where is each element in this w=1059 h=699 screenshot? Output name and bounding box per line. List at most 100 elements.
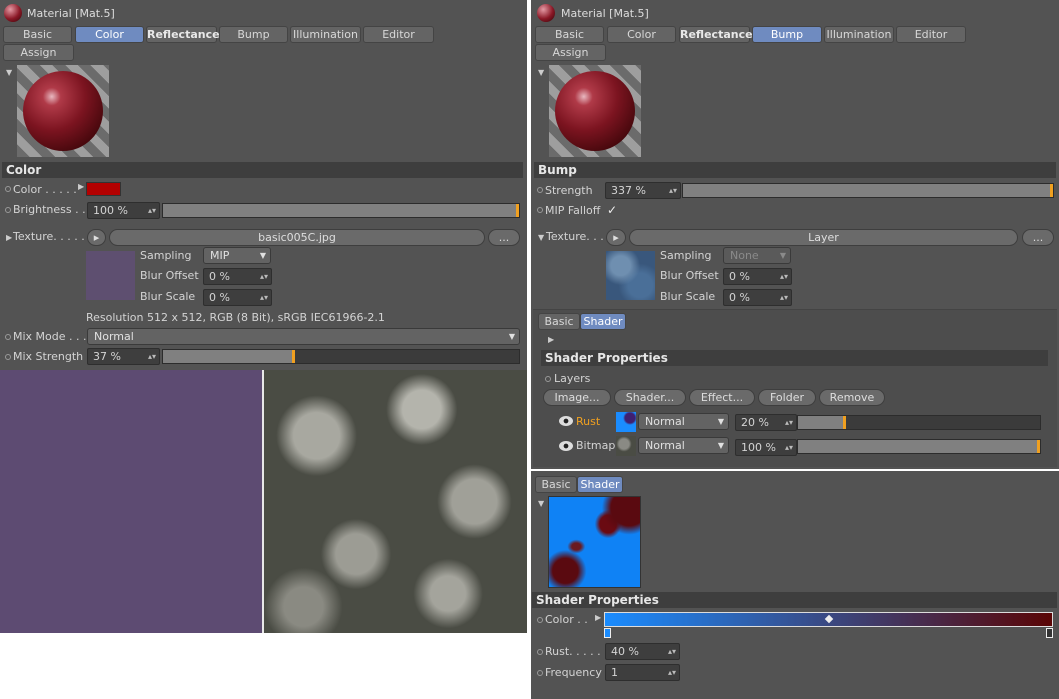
subtab-basic[interactable]: Basic xyxy=(535,476,577,493)
sampling-dropdown[interactable]: None ▼ xyxy=(723,247,791,264)
blur-offset-field[interactable]: 0 % ▴▾ xyxy=(723,268,792,285)
texture-layer-button[interactable]: Layer xyxy=(629,229,1018,246)
texture-label: Texture. . . . . xyxy=(13,230,85,243)
material-icon xyxy=(537,4,555,22)
tab-editor[interactable]: Editor xyxy=(896,26,966,43)
frequency-label: Frequency xyxy=(545,666,602,679)
expand-triangle-icon[interactable]: ▶ xyxy=(78,182,84,191)
rust-shader-preview[interactable] xyxy=(548,496,641,588)
blur-scale-field[interactable]: 0 % ▴▾ xyxy=(203,289,272,306)
texture-thumbnail xyxy=(86,251,135,300)
tab-assign[interactable]: Assign xyxy=(3,44,74,61)
gradient-color-label: Color . . xyxy=(545,613,588,626)
sampling-label: Sampling xyxy=(140,249,192,262)
color-label: Color . . . . . xyxy=(13,183,77,196)
texture-arrow-button[interactable]: ▸ xyxy=(87,229,106,246)
animate-dot[interactable] xyxy=(545,376,551,382)
layer-opacity-field[interactable]: 100 % ▴▾ xyxy=(735,439,797,456)
animate-dot[interactable] xyxy=(537,670,543,676)
collapse-triangle-icon[interactable]: ▼ xyxy=(6,68,12,77)
tab-reflectance[interactable]: Reflectance xyxy=(146,26,220,43)
blur-offset-field[interactable]: 0 % ▴▾ xyxy=(203,268,272,285)
collapse-triangle-icon[interactable]: ▼ xyxy=(538,499,544,508)
mix-strength-field[interactable]: 37 % ▴▾ xyxy=(87,348,160,365)
layer-blend-mode-dropdown[interactable]: Normal ▼ xyxy=(638,437,729,454)
texture-preview-purple xyxy=(0,370,262,633)
color-swatch[interactable] xyxy=(86,182,121,196)
brightness-slider[interactable] xyxy=(162,203,520,218)
mix-strength-slider[interactable] xyxy=(162,349,520,364)
layer-opacity-slider[interactable] xyxy=(797,415,1041,430)
texture-more-button[interactable]: ... xyxy=(488,229,520,246)
window-title: Material [Mat.5] xyxy=(27,7,115,20)
tab-bump[interactable]: Bump xyxy=(752,26,822,43)
layer-blend-mode-dropdown[interactable]: Normal ▼ xyxy=(638,413,729,430)
tab-basic[interactable]: Basic xyxy=(535,26,604,43)
add-effect-button[interactable]: Effect... xyxy=(689,389,755,406)
mix-mode-dropdown[interactable]: Normal ▼ xyxy=(87,328,520,345)
gradient-start-knot[interactable] xyxy=(604,628,611,638)
animate-dot[interactable] xyxy=(5,207,11,213)
sampling-label: Sampling xyxy=(660,249,712,262)
add-shader-button[interactable]: Shader... xyxy=(614,389,686,406)
layer-name-bitmap[interactable]: Bitmap xyxy=(576,439,615,453)
layer-thumbnail-rust xyxy=(616,412,636,432)
collapse-triangle-icon[interactable]: ▼ xyxy=(538,233,544,242)
rust-shader-panel: Basic Shader ▼ Shader Properties Color .… xyxy=(531,471,1059,699)
animate-dot[interactable] xyxy=(5,334,11,340)
blur-scale-field[interactable]: 0 % ▴▾ xyxy=(723,289,792,306)
material-preview[interactable] xyxy=(549,65,641,157)
mip-falloff-checkbox[interactable]: ✓ xyxy=(607,204,618,216)
strength-field[interactable]: 337 % ▴▾ xyxy=(605,182,681,199)
add-folder-button[interactable]: Folder xyxy=(758,389,816,406)
expand-triangle-icon[interactable]: ▶ xyxy=(548,335,554,344)
gradient-end-knot[interactable] xyxy=(1046,628,1053,638)
tab-reflectance[interactable]: Reflectance xyxy=(679,26,753,43)
strength-slider[interactable] xyxy=(682,183,1054,198)
tab-illumination[interactable]: Illumination xyxy=(290,26,361,43)
blur-scale-label: Blur Scale xyxy=(660,290,716,303)
animate-dot[interactable] xyxy=(537,187,543,193)
mix-strength-label: Mix Strength xyxy=(13,350,84,363)
tab-assign[interactable]: Assign xyxy=(535,44,606,61)
layer-visibility-eye-icon[interactable] xyxy=(559,441,573,451)
add-image-button[interactable]: Image... xyxy=(543,389,611,406)
remove-layer-button[interactable]: Remove xyxy=(819,389,885,406)
tab-basic[interactable]: Basic xyxy=(3,26,72,43)
collapse-triangle-icon[interactable]: ▼ xyxy=(538,68,544,77)
tab-color[interactable]: Color xyxy=(607,26,676,43)
blur-scale-label: Blur Scale xyxy=(140,290,196,303)
tab-color[interactable]: Color xyxy=(75,26,144,43)
expand-triangle-icon[interactable]: ▶ xyxy=(6,233,12,242)
layer-visibility-eye-icon[interactable] xyxy=(559,416,573,426)
layer-opacity-field[interactable]: 20 % ▴▾ xyxy=(735,414,797,431)
layer-name-rust[interactable]: Rust xyxy=(576,415,600,429)
brightness-field[interactable]: 100 % ▴▾ xyxy=(87,202,160,219)
subtab-basic[interactable]: Basic xyxy=(538,313,580,330)
layer-opacity-slider[interactable] xyxy=(797,439,1041,454)
animate-dot[interactable] xyxy=(5,354,11,360)
rust-field[interactable]: 40 % ▴▾ xyxy=(605,643,680,660)
expand-triangle-icon[interactable]: ▶ xyxy=(595,613,601,622)
window-title: Material [Mat.5] xyxy=(561,7,649,20)
right-material-panel: Material [Mat.5] Basic Color Reflectance… xyxy=(531,0,1059,469)
subtab-shader[interactable]: Shader xyxy=(580,313,626,330)
animate-dot[interactable] xyxy=(537,649,543,655)
texture-file-button[interactable]: basic005C.jpg xyxy=(109,229,485,246)
mix-mode-label: Mix Mode . . . xyxy=(13,330,87,343)
shader-properties-header: Shader Properties xyxy=(541,350,1048,366)
section-header-bump: Bump xyxy=(534,162,1056,178)
animate-dot[interactable] xyxy=(5,186,11,192)
tab-editor[interactable]: Editor xyxy=(363,26,434,43)
texture-arrow-button[interactable]: ▸ xyxy=(606,229,626,246)
animate-dot[interactable] xyxy=(537,617,543,623)
tab-illumination[interactable]: Illumination xyxy=(824,26,894,43)
texture-more-button[interactable]: ... xyxy=(1022,229,1054,246)
frequency-field[interactable]: 1 ▴▾ xyxy=(605,664,680,681)
subtab-shader[interactable]: Shader xyxy=(577,476,623,493)
tab-bump[interactable]: Bump xyxy=(219,26,288,43)
rust-label: Rust. . . . . xyxy=(545,645,601,658)
animate-dot[interactable] xyxy=(537,207,543,213)
material-preview[interactable] xyxy=(17,65,109,157)
sampling-dropdown[interactable]: MIP ▼ xyxy=(203,247,271,264)
